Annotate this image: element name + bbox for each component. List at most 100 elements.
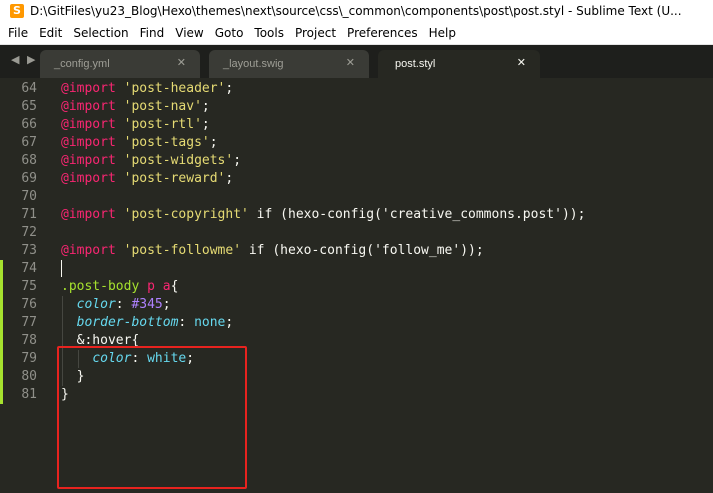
line-number: 80 [21,369,37,384]
code-line[interactable]: 66 @import 'post-rtl'; [0,116,713,134]
code-line[interactable]: 76 color: #345; [0,296,713,314]
code-text: @import 'post-reward'; [61,170,233,188]
code-line[interactable]: 74 [0,260,713,278]
code-token: 'post-followme' [123,243,242,258]
code-token: ; [162,297,171,312]
code-token: none [194,315,226,330]
code-line[interactable]: 77 border-bottom: none; [0,314,713,332]
menu-preferences[interactable]: Preferences [347,26,418,40]
line-number: 69 [21,171,37,186]
code-text: color: #345; [61,296,171,314]
menu-tools[interactable]: Tools [254,26,284,40]
code-token: ; [209,135,218,150]
close-tab-icon[interactable]: ✕ [177,56,186,69]
code-token: ; [225,315,234,330]
code-editor[interactable]: 64 @import 'post-header'; 65 @import 'post-… [0,78,713,493]
close-tab-icon[interactable]: ✕ [517,56,526,69]
code-text: .post-body p a{ [61,278,178,296]
code-line[interactable]: 70 [0,188,713,206]
code-token: if (hexo-config( [241,243,375,258]
code-token: 'post-rtl' [123,117,202,132]
tab-label: _layout.swig [223,58,284,70]
code-token: @import [61,171,116,186]
code-token: p [147,279,155,294]
code-token: )); [460,243,484,258]
tab-label: post.styl [395,58,436,70]
code-token: ; [225,81,234,96]
line-number: 67 [21,135,37,150]
code-token: 'post-copyright' [123,207,249,222]
code-token: .post-body [61,279,140,294]
menu-goto[interactable]: Goto [215,26,244,40]
close-tab-icon[interactable]: ✕ [346,56,355,69]
code-token: : [178,315,195,330]
code-line[interactable]: 73 @import 'post-followme' if (hexo-confi… [0,242,713,260]
code-line[interactable]: 72 [0,224,713,242]
code-line[interactable]: 65 @import 'post-nav'; [0,98,713,116]
menu-find[interactable]: Find [140,26,165,40]
text-cursor [61,260,62,277]
tab-bar: ◀ ▶ _config.yml ✕ _layout.swig ✕ post.styl ✕ [0,45,713,78]
code-line[interactable]: 71 @import 'post-copyright' if (hexo-conf… [0,206,713,224]
code-text: @import 'post-tags'; [61,134,218,152]
code-text: @import 'post-copyright' if (hexo-config… [61,206,585,224]
tab-layout-swig[interactable]: _layout.swig ✕ [209,50,369,78]
menu-bar: File Edit Selection Find View Goto Tools Projec… [0,22,713,45]
line-number: 79 [21,351,37,366]
code-token: 'post-tags' [123,135,210,150]
code-token: { [170,279,179,294]
code-line[interactable]: 75 .post-body p a{ [0,278,713,296]
code-token: @import [61,153,116,168]
code-line[interactable]: 64 @import 'post-header'; [0,80,713,98]
menu-file[interactable]: File [8,26,28,40]
menu-selection[interactable]: Selection [73,26,128,40]
code-token: 'post-widgets' [123,153,234,168]
code-token: border-bottom [76,315,179,330]
line-number: 74 [21,261,37,276]
menu-view[interactable]: View [175,26,203,40]
code-line[interactable]: 69 @import 'post-reward'; [0,170,713,188]
code-token: @import [61,207,116,222]
code-line[interactable]: 68 @import 'post-widgets'; [0,152,713,170]
line-number: 65 [21,99,37,114]
code-text: @import 'post-rtl'; [61,116,210,134]
code-token: ; [225,171,234,186]
line-number: 64 [21,81,37,96]
code-text: @import 'post-nav'; [61,98,210,116]
tab-config-yml[interactable]: _config.yml ✕ [40,50,200,78]
line-number: 71 [21,207,37,222]
menu-edit[interactable]: Edit [39,26,62,40]
code-token: @import [61,135,116,150]
menu-help[interactable]: Help [429,26,456,40]
code-token: color [76,297,116,312]
title-bar: S D:\GitFiles\yu23_Blog\Hexo\themes\next… [0,0,713,22]
line-number: 76 [21,297,37,312]
code-line[interactable]: 67 @import 'post-tags'; [0,134,713,152]
code-text: @import 'post-widgets'; [61,152,241,170]
code-text: border-bottom: none; [61,314,234,332]
code-token: if (hexo-config( [248,207,382,222]
line-number: 70 [21,189,37,204]
code-text: @import 'post-followme' if (hexo-config(… [61,242,484,260]
code-token: ; [201,99,210,114]
line-number: 73 [21,243,37,258]
code-token: @import [61,81,116,96]
window-title: D:\GitFiles\yu23_Blog\Hexo\themes\next\s… [30,4,682,18]
menu-project[interactable]: Project [295,26,336,40]
tab-nav-arrows-icon[interactable]: ◀ ▶ [11,53,37,66]
line-number: 77 [21,315,37,330]
line-number: 68 [21,153,37,168]
line-number: 81 [21,387,37,402]
code-token: @import [61,99,116,114]
tab-label: _config.yml [54,58,110,70]
tab-post-styl[interactable]: post.styl ✕ [378,50,540,78]
sublime-text-app-icon: S [10,4,24,18]
